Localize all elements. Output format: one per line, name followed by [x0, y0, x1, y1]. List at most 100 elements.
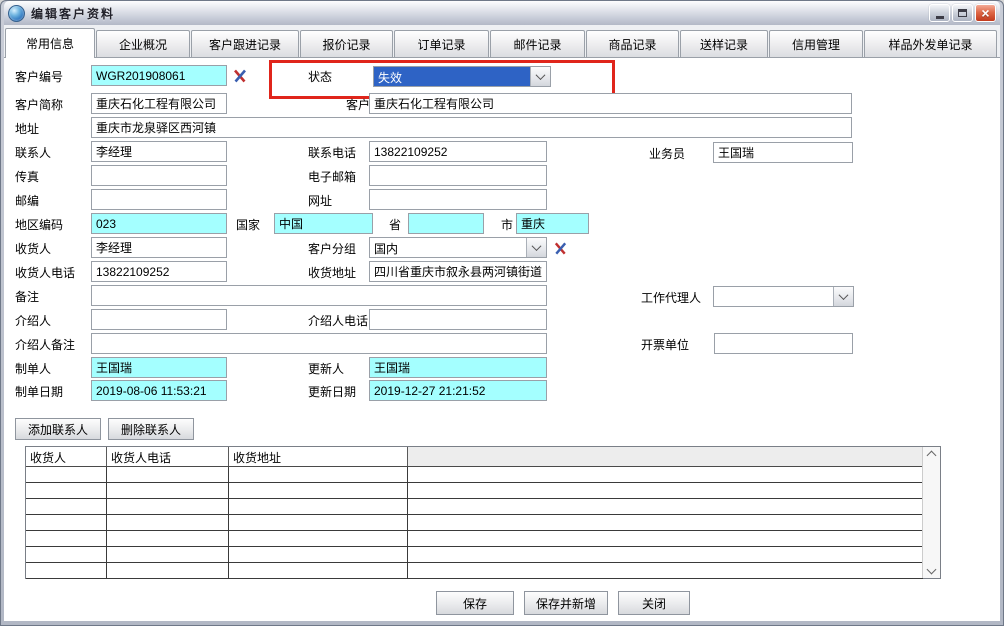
customer-no-input[interactable] [91, 65, 227, 86]
table-cell [107, 531, 229, 546]
save-button[interactable]: 保存 [436, 591, 514, 615]
table-row[interactable] [26, 531, 923, 547]
create-date-input[interactable] [91, 380, 227, 401]
updater-label: 更新人 [308, 360, 344, 375]
maximize-icon [958, 9, 967, 17]
titlebar: 编辑客户资料 × [4, 1, 1000, 25]
updater-input[interactable] [369, 357, 547, 378]
customer-name-input[interactable] [369, 93, 852, 114]
red-blue-x-icon [232, 68, 248, 84]
table-cell [229, 547, 408, 562]
table-row[interactable] [26, 547, 923, 563]
tab-outgoing-sample-records[interactable]: 样品外发单记录 [864, 30, 997, 57]
column-header-delivery-address[interactable]: 收货地址 [229, 447, 408, 466]
introducer-input[interactable] [91, 309, 227, 330]
scroll-up-icon[interactable] [927, 451, 937, 461]
table-cell [408, 483, 923, 498]
area-code-input[interactable] [91, 213, 227, 234]
customer-group-dropdown-button[interactable] [526, 238, 546, 257]
customer-no-label: 客户编号 [15, 68, 63, 83]
province-input[interactable] [408, 213, 484, 234]
work-agent-select[interactable] [713, 286, 854, 307]
column-header-consignee-phone[interactable]: 收货人电话 [107, 447, 229, 466]
contacts-table-header: 收货人 收货人电话 收货地址 [26, 447, 923, 467]
minimize-button[interactable] [929, 4, 950, 22]
tab-mail-records[interactable]: 邮件记录 [490, 30, 585, 57]
website-input[interactable] [369, 189, 547, 210]
creator-input[interactable] [91, 357, 227, 378]
edit-customer-window: 编辑客户资料 × 常用信息 企业概况 客户跟进记录 报价记录 订单记录 邮件记录… [0, 0, 1004, 626]
contact-input[interactable] [91, 141, 227, 162]
province-label: 省 [389, 216, 401, 231]
table-row[interactable] [26, 499, 923, 515]
country-label: 国家 [236, 216, 260, 231]
work-agent-dropdown-button[interactable] [833, 287, 853, 306]
table-row[interactable] [26, 515, 923, 531]
website-label: 网址 [308, 192, 332, 207]
tab-order-records[interactable]: 订单记录 [394, 30, 489, 57]
city-input[interactable] [516, 213, 589, 234]
close-button[interactable]: × [975, 4, 996, 22]
tab-company-profile[interactable]: 企业概况 [96, 30, 190, 57]
update-date-input[interactable] [369, 380, 547, 401]
customer-group-select[interactable]: 国内 [369, 237, 547, 258]
tab-strip: 常用信息 企业概况 客户跟进记录 报价记录 订单记录 邮件记录 商品记录 送样记… [4, 25, 1000, 58]
address-label: 地址 [15, 120, 39, 135]
tab-quote-records[interactable]: 报价记录 [300, 30, 393, 57]
table-cell [229, 515, 408, 530]
introducer-phone-input[interactable] [369, 309, 547, 330]
fax-input[interactable] [91, 165, 227, 186]
introducer-remark-label: 介绍人备注 [15, 336, 75, 351]
zip-label: 邮编 [15, 192, 39, 207]
contact-label: 联系人 [15, 144, 51, 159]
close-form-button[interactable]: 关闭 [618, 591, 690, 615]
country-input[interactable] [274, 213, 373, 234]
tab-product-records[interactable]: 商品记录 [586, 30, 679, 57]
address-input[interactable] [91, 117, 852, 138]
status-select[interactable]: 失效 [373, 66, 551, 87]
email-label: 电子邮箱 [308, 168, 356, 183]
table-cell [408, 563, 923, 578]
maximize-button[interactable] [952, 4, 973, 22]
table-cell [26, 483, 107, 498]
email-input[interactable] [369, 165, 547, 186]
tab-credit-management[interactable]: 信用管理 [769, 30, 863, 57]
salesman-input[interactable] [713, 142, 853, 163]
fax-label: 传真 [15, 168, 39, 183]
table-cell [26, 563, 107, 578]
table-row[interactable] [26, 467, 923, 483]
delete-contact-button[interactable]: 删除联系人 [108, 418, 194, 440]
contact-phone-input[interactable] [369, 141, 547, 162]
add-contact-button[interactable]: 添加联系人 [15, 418, 101, 440]
clear-customer-group-icon[interactable] [550, 238, 570, 258]
table-vertical-scrollbar[interactable] [922, 447, 940, 578]
save-and-new-button[interactable]: 保存并新增 [524, 591, 608, 615]
tab-sample-records[interactable]: 送样记录 [680, 30, 768, 57]
tab-followup-records[interactable]: 客户跟进记录 [191, 30, 299, 57]
table-row[interactable] [26, 483, 923, 499]
scroll-down-icon[interactable] [927, 565, 937, 575]
chevron-down-icon [536, 70, 546, 80]
status-dropdown-button[interactable] [530, 67, 550, 86]
customer-short-input[interactable] [91, 93, 227, 114]
delivery-address-input[interactable] [369, 261, 547, 282]
introducer-remark-input[interactable] [91, 333, 547, 354]
salesman-label: 业务员 [649, 145, 685, 160]
chevron-down-icon [839, 290, 849, 300]
consignee-input[interactable] [91, 237, 227, 258]
column-header-consignee[interactable]: 收货人 [26, 447, 107, 466]
invoice-unit-input[interactable] [714, 333, 853, 354]
zip-input[interactable] [91, 189, 227, 210]
area-code-label: 地区编码 [15, 216, 63, 231]
table-cell [26, 467, 107, 482]
remark-input[interactable] [91, 285, 547, 306]
clear-customer-no-icon[interactable] [230, 66, 250, 86]
tab-common-info[interactable]: 常用信息 [5, 28, 95, 58]
consignee-phone-input[interactable] [91, 261, 227, 282]
contact-table-body [26, 467, 923, 579]
table-cell [408, 531, 923, 546]
customer-group-selected-value: 国内 [370, 238, 526, 257]
table-row[interactable] [26, 563, 923, 579]
window-title: 编辑客户资料 [31, 5, 923, 22]
create-date-label: 制单日期 [15, 383, 63, 398]
